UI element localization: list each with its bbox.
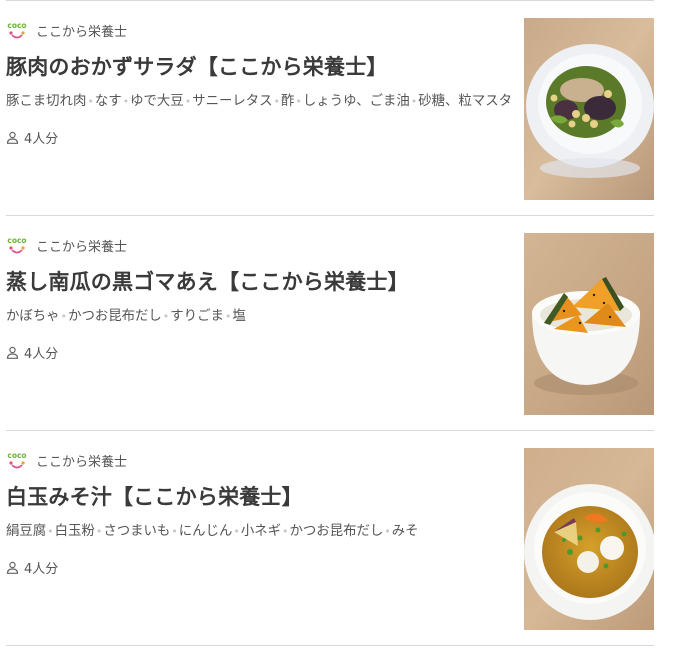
ingredient: サニーレタス [192, 94, 273, 109]
servings: 4人分 [6, 343, 58, 362]
author-logo: coco [7, 21, 27, 39]
ingredient-list: 絹豆腐•白玉粉•さつまいも•にんじん•小ネギ•かつお昆布だし•みそ [6, 519, 511, 539]
author-name[interactable]: ここから栄養士 [36, 236, 127, 255]
author-row[interactable]: coco ここから栄養士 [6, 19, 127, 41]
ingredient: ゆで大豆 [130, 94, 184, 109]
svg-text:coco: coco [7, 21, 26, 30]
separator-dot-icon: • [122, 95, 130, 108]
servings: 4人分 [6, 558, 58, 577]
separator-dot-icon: • [273, 95, 281, 108]
person-icon [6, 346, 19, 359]
servings-text: 4人分 [24, 562, 59, 577]
ingredient: しょうゆ、ごま油 [302, 94, 410, 109]
svg-text:coco: coco [7, 236, 26, 245]
recipe-title[interactable]: 豚肉のおかずサラダ【ここから栄養士】 [6, 51, 388, 81]
author-logo: coco [7, 236, 27, 254]
recipe-title[interactable]: 白玉みそ汁【ここから栄養士】 [6, 481, 303, 511]
servings: 4人分 [6, 128, 58, 147]
ingredient: 砂糖、粒マスタード [418, 94, 511, 109]
shiratama-miso-soup-photo[interactable] [524, 448, 654, 630]
author-row[interactable]: coco ここから栄養士 [6, 449, 127, 471]
divider [6, 645, 654, 646]
author-name[interactable]: ここから栄養士 [36, 451, 127, 470]
separator-dot-icon: • [60, 310, 68, 323]
separator-dot-icon: • [384, 525, 391, 538]
ingredient: みそ [391, 524, 419, 539]
separator-dot-icon: • [295, 95, 302, 108]
ingredient: 酢 [281, 94, 295, 109]
ingredient: にんじん [178, 524, 233, 539]
ingredient: さつまいも [103, 524, 171, 539]
ingredient-list: 豚こま切れ肉•なす•ゆで大豆•サニーレタス•酢•しょうゆ、ごま油•砂糖、粒マスタ… [6, 89, 511, 109]
ingredient: 豚こま切れ肉 [6, 94, 87, 109]
servings-text: 4人分 [24, 132, 59, 147]
recipe-card[interactable]: coco ここから栄養士 白玉みそ汁【ここから栄養士】 絹豆腐•白玉粉•さつまい… [6, 431, 654, 645]
ingredient: すりごま [170, 309, 224, 324]
recipe-card[interactable]: coco ここから栄養士 蒸し南瓜の黒ゴマあえ【ここから栄養士】 かぼちゃ•かつ… [6, 216, 654, 430]
ingredient: かつお昆布だし [289, 524, 384, 539]
separator-dot-icon: • [162, 310, 170, 323]
separator-dot-icon: • [233, 525, 240, 538]
separator-dot-icon: • [410, 95, 418, 108]
svg-text:coco: coco [7, 451, 26, 460]
separator-dot-icon: • [47, 525, 54, 538]
pumpkin-sesame-photo[interactable] [524, 233, 654, 415]
recipe-title[interactable]: 蒸し南瓜の黒ゴマあえ【ここから栄養士】 [6, 266, 409, 296]
author-name[interactable]: ここから栄養士 [36, 21, 127, 40]
separator-dot-icon: • [95, 525, 103, 538]
ingredient-list: かぼちゃ•かつお昆布だし•すりごま•塩 [6, 304, 511, 324]
ingredient: 小ネギ [240, 524, 282, 539]
recipe-list: coco ここから栄養士 豚肉のおかずサラダ【ここから栄養士】 豚こま切れ肉•な… [6, 0, 654, 646]
recipe-card[interactable]: coco ここから栄養士 豚肉のおかずサラダ【ここから栄養士】 豚こま切れ肉•な… [6, 1, 654, 215]
author-logo: coco [7, 451, 27, 469]
separator-dot-icon: • [224, 310, 232, 323]
ingredient: 絹豆腐 [6, 524, 47, 539]
ingredient: なす [94, 94, 122, 109]
separator-dot-icon: • [282, 525, 289, 538]
separator-dot-icon: • [184, 95, 192, 108]
person-icon [6, 131, 19, 144]
person-icon [6, 561, 19, 574]
ingredient: かぼちゃ [6, 309, 60, 324]
author-row[interactable]: coco ここから栄養士 [6, 234, 127, 256]
ingredient: かつお昆布だし [68, 309, 162, 324]
ingredient: 塩 [232, 309, 246, 324]
separator-dot-icon: • [87, 95, 94, 108]
servings-text: 4人分 [24, 347, 59, 362]
pork-salad-photo[interactable] [524, 18, 654, 200]
separator-dot-icon: • [171, 525, 178, 538]
ingredient: 白玉粉 [54, 524, 95, 539]
